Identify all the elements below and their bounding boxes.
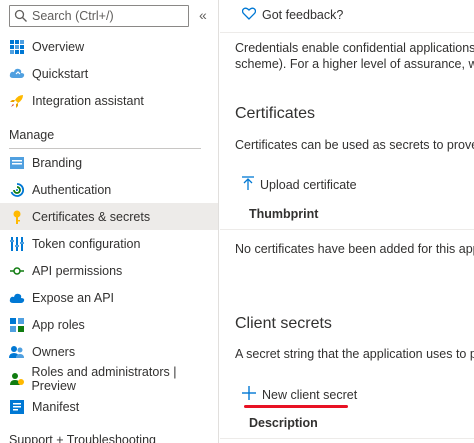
expose-api-cloud-icon bbox=[9, 290, 25, 306]
search-row: « bbox=[0, 5, 218, 27]
new-client-secret-label: New client secret bbox=[262, 387, 358, 402]
sidebar-item-authentication[interactable]: Authentication bbox=[0, 176, 218, 203]
heart-icon bbox=[241, 7, 257, 23]
manifest-icon bbox=[9, 399, 25, 415]
search-input[interactable] bbox=[32, 9, 182, 23]
certificates-empty-text: No certificates have been added for this… bbox=[235, 242, 474, 256]
sidebar-item-label: Overview bbox=[32, 39, 85, 54]
client-secrets-description: A secret string that the application use… bbox=[235, 347, 474, 361]
manage-section-label: Manage bbox=[9, 128, 55, 142]
top-divider bbox=[220, 32, 474, 33]
authentication-icon bbox=[9, 182, 25, 198]
sidebar-item-certificates-secrets[interactable]: Certificates & secrets bbox=[0, 203, 218, 230]
upload-certificate-label: Upload certificate bbox=[260, 177, 357, 192]
sidebar-item-token-configuration[interactable]: Token configuration bbox=[0, 230, 218, 257]
sidebar-item-label: Quickstart bbox=[32, 66, 89, 81]
sidebar-item-overview[interactable]: Overview bbox=[0, 33, 218, 60]
sidebar-item-owners[interactable]: Owners bbox=[0, 338, 218, 365]
certificates-heading: Certificates bbox=[235, 105, 316, 122]
token-bars-icon bbox=[9, 236, 25, 252]
search-box[interactable] bbox=[9, 5, 189, 27]
sidebar-item-label: Expose an API bbox=[32, 290, 115, 305]
support-section-label: Support + Troubleshooting bbox=[9, 433, 156, 443]
sidebar-item-api-permissions[interactable]: API permissions bbox=[0, 257, 218, 284]
key-icon bbox=[9, 209, 25, 225]
sidebar-item-label: Manifest bbox=[32, 399, 80, 414]
secrets-table-divider bbox=[220, 438, 474, 439]
roles-admin-icon bbox=[9, 371, 24, 387]
api-permissions-icon bbox=[9, 263, 25, 279]
upload-certificate-button[interactable]: Upload certificate bbox=[242, 176, 357, 193]
new-client-secret-button[interactable]: New client secret bbox=[242, 386, 357, 403]
sidebar-item-roles-administrators[interactable]: Roles and administrators | Preview bbox=[0, 364, 218, 393]
intro-text-line-2: scheme). For a higher level of assurance… bbox=[235, 57, 474, 71]
collapse-sidebar-icon[interactable]: « bbox=[199, 7, 207, 23]
client-secrets-heading: Client secrets bbox=[235, 315, 332, 332]
sidebar-item-label: Owners bbox=[32, 344, 76, 359]
sidebar-item-label: Integration assistant bbox=[32, 93, 144, 108]
sidebar-item-quickstart[interactable]: Quickstart bbox=[0, 60, 218, 87]
rocket-icon bbox=[9, 93, 25, 109]
certificates-description: Certificates can be used as secrets to p… bbox=[235, 138, 474, 152]
quickstart-cloud-icon bbox=[9, 66, 25, 82]
sidebar-item-app-roles[interactable]: App roles bbox=[0, 311, 218, 338]
red-highlight-underline bbox=[244, 405, 348, 408]
sidebar-item-label: App roles bbox=[32, 317, 85, 332]
got-feedback-label: Got feedback? bbox=[262, 8, 344, 22]
got-feedback-button[interactable]: Got feedback? bbox=[241, 7, 344, 23]
owners-people-icon bbox=[9, 344, 25, 360]
sidebar-item-expose-an-api[interactable]: Expose an API bbox=[0, 284, 218, 311]
upload-icon bbox=[242, 176, 254, 193]
main-content: Got feedback? Credentials enable confide… bbox=[220, 0, 474, 443]
app-roles-grid-icon bbox=[9, 317, 25, 333]
plus-icon bbox=[242, 386, 256, 403]
search-icon bbox=[14, 9, 28, 23]
sidebar-item-manifest[interactable]: Manifest bbox=[0, 393, 218, 420]
sidebar-item-label: API permissions bbox=[32, 263, 123, 278]
thumbprint-column-header[interactable]: Thumbprint bbox=[249, 207, 318, 221]
sidebar-item-label: Token configuration bbox=[32, 236, 141, 251]
sidebar-item-label: Authentication bbox=[32, 182, 112, 197]
sidebar: « Overview Quickstart Integration assist… bbox=[0, 0, 219, 443]
sidebar-item-integration-assistant[interactable]: Integration assistant bbox=[0, 87, 218, 114]
intro-text-line-1: Credentials enable confidential applicat… bbox=[235, 41, 474, 55]
description-column-header[interactable]: Description bbox=[249, 416, 318, 430]
sidebar-item-label: Branding bbox=[32, 155, 83, 170]
sidebar-item-label: Roles and administrators | Preview bbox=[31, 364, 177, 393]
sidebar-item-branding[interactable]: Branding bbox=[0, 149, 218, 176]
branding-icon bbox=[9, 155, 25, 171]
overview-grid-icon bbox=[9, 39, 25, 55]
sidebar-item-label: Certificates & secrets bbox=[32, 209, 151, 224]
certificates-table-divider bbox=[220, 229, 474, 230]
